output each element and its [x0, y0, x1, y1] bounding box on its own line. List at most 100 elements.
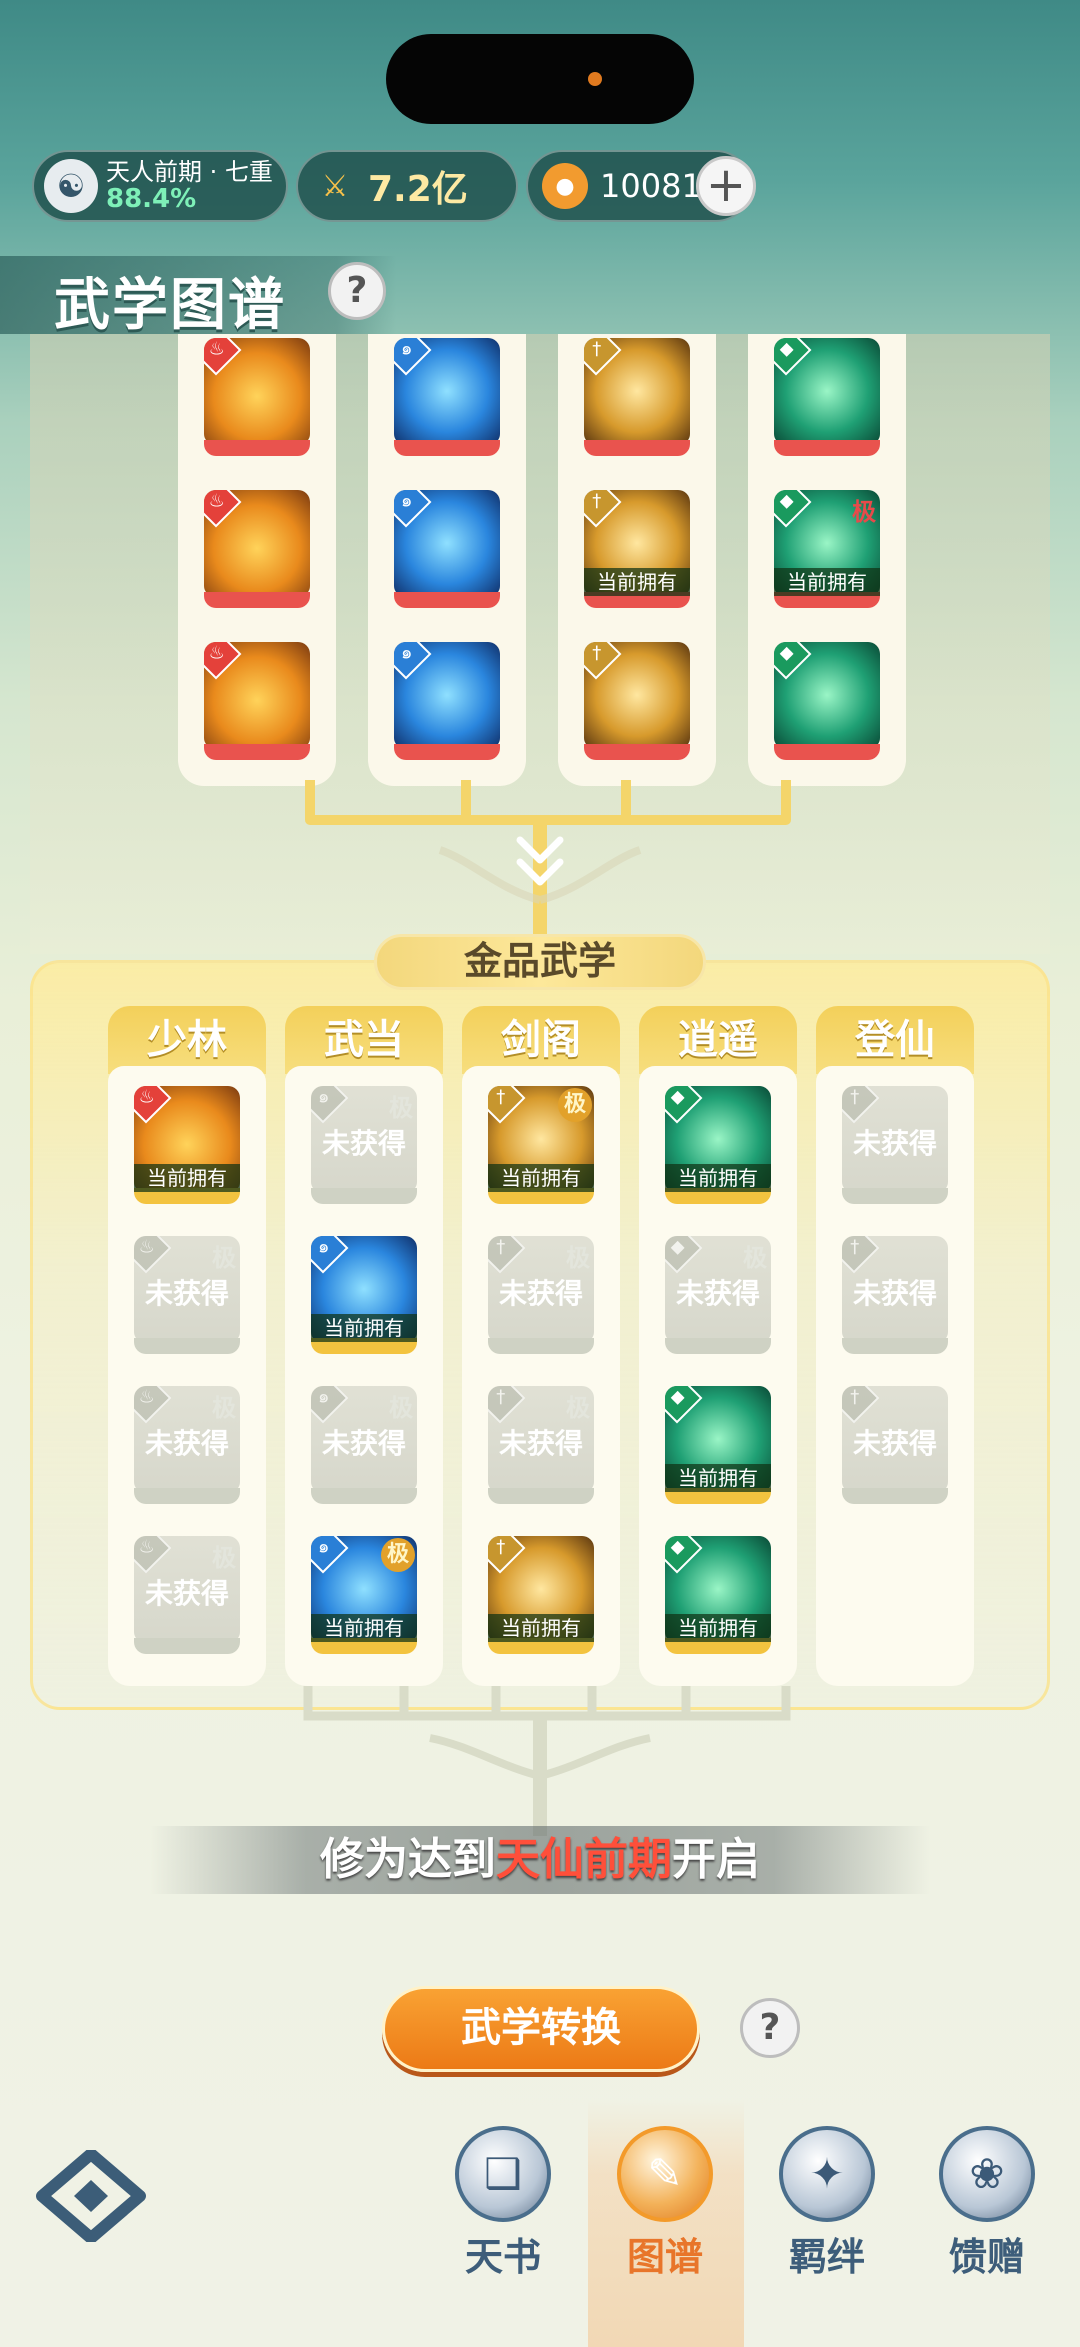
- owned-label: 当前拥有: [665, 1464, 771, 1492]
- skill-card-base: [311, 1188, 417, 1204]
- skill-card[interactable]: ♨ 极未获得: [134, 1536, 240, 1654]
- camera-indicator: [588, 72, 602, 86]
- currency-badge: ● 10081 +: [526, 150, 756, 222]
- skill-card[interactable]: †: [584, 338, 690, 456]
- skill-card[interactable]: † 未获得: [842, 1236, 948, 1354]
- peach-currency-icon: ●: [542, 163, 588, 209]
- combat-power-badge: ⚔ 7.2亿: [296, 150, 518, 222]
- skill-card[interactable]: ๑: [394, 338, 500, 456]
- skill-card[interactable]: ๑当前拥有: [311, 1236, 417, 1354]
- owned-label: 当前拥有: [134, 1164, 240, 1192]
- nav-tab[interactable]: ❀ 馈赠: [922, 2126, 1052, 2279]
- grade-badge: 极: [389, 1394, 413, 1422]
- rank-progress: 88.4%: [106, 183, 197, 214]
- skill-card-base: [394, 592, 500, 608]
- skill-card[interactable]: † 未获得: [842, 1386, 948, 1504]
- skill-card[interactable]: † 未获得: [842, 1086, 948, 1204]
- help-button[interactable]: ?: [328, 262, 386, 320]
- skill-card[interactable]: ๑: [394, 642, 500, 760]
- convert-help-button[interactable]: ?: [740, 1998, 800, 2058]
- home-logo-icon[interactable]: [36, 2150, 146, 2242]
- school-tab[interactable]: 少林: [108, 1006, 266, 1074]
- crossed-swords-icon: ⚔: [321, 168, 349, 204]
- skill-card[interactable]: ๑极当前拥有: [311, 1536, 417, 1654]
- skill-card[interactable]: ♨ 当前拥有: [134, 1086, 240, 1204]
- nav-label: 羁绊: [788, 2235, 865, 2279]
- lower-tree-connector: [303, 1686, 791, 1836]
- requirement-prefix: 修为达到: [320, 1834, 496, 1885]
- skill-card[interactable]: † 极未获得: [488, 1236, 594, 1354]
- rank-badge[interactable]: ☯ 天人前期 · 七重 88.4%: [32, 150, 288, 222]
- skill-card-base: [311, 1488, 417, 1504]
- skill-card-base: [584, 440, 690, 456]
- school-tab[interactable]: 逍遥: [639, 1006, 797, 1074]
- grade-badge: 极: [389, 1094, 413, 1122]
- skill-card[interactable]: ◆ 极当前拥有: [774, 490, 880, 608]
- grade-badge: 极: [212, 1394, 236, 1422]
- owned-label: 当前拥有: [311, 1614, 417, 1642]
- not-obtained-label: 未获得: [675, 1277, 760, 1310]
- skill-card[interactable]: ◆: [774, 642, 880, 760]
- nav-label: 馈赠: [948, 2235, 1025, 2279]
- not-obtained-label: 未获得: [144, 1427, 229, 1460]
- grade-badge: 极: [852, 498, 876, 526]
- add-currency-button[interactable]: +: [696, 156, 756, 216]
- skill-card[interactable]: † 极未获得: [488, 1386, 594, 1504]
- not-obtained-label: 未获得: [144, 1277, 229, 1310]
- skill-card-base: [584, 744, 690, 760]
- skill-card-base: [394, 440, 500, 456]
- skill-card[interactable]: ๑: [394, 490, 500, 608]
- school-tab[interactable]: 剑阁: [462, 1006, 620, 1074]
- skill-card[interactable]: ๑极未获得: [311, 1386, 417, 1504]
- skill-card-base: [842, 1338, 948, 1354]
- skill-card[interactable]: ♨: [204, 338, 310, 456]
- map-scroll-icon: ✎: [617, 2126, 713, 2222]
- skill-card-base: [134, 1338, 240, 1354]
- school-tab[interactable]: 武当: [285, 1006, 443, 1074]
- grade-badge: 极: [558, 1088, 592, 1122]
- not-obtained-label: 未获得: [144, 1577, 229, 1610]
- skill-card[interactable]: ๑极未获得: [311, 1086, 417, 1204]
- skill-convert-button[interactable]: 武学转换: [382, 1986, 700, 2072]
- skill-card-base: [394, 744, 500, 760]
- school-tab[interactable]: 登仙: [816, 1006, 974, 1074]
- skill-card[interactable]: † 当前拥有: [584, 490, 690, 608]
- skill-card-base: [204, 592, 310, 608]
- skill-card-base: [488, 1488, 594, 1504]
- nav-tab[interactable]: ✦ 羁绊: [762, 2126, 892, 2279]
- not-obtained-label: 未获得: [498, 1427, 583, 1460]
- skill-card[interactable]: ◆ 当前拥有: [665, 1386, 771, 1504]
- skill-card[interactable]: ♨ 极未获得: [134, 1386, 240, 1504]
- skill-card[interactable]: † 极当前拥有: [488, 1086, 594, 1204]
- not-obtained-label: 未获得: [852, 1277, 937, 1310]
- rank-name: 天人前期 · 七重: [106, 157, 273, 186]
- gift-icon: ❀: [939, 2126, 1035, 2222]
- not-obtained-label: 未获得: [321, 1127, 406, 1160]
- nav-label: 天书: [464, 2235, 541, 2279]
- skill-card[interactable]: ◆ 当前拥有: [665, 1086, 771, 1204]
- skill-card-base: [488, 1338, 594, 1354]
- grade-badge: 极: [381, 1538, 415, 1572]
- grade-badge: 极: [566, 1394, 590, 1422]
- skill-card[interactable]: ♨ 极未获得: [134, 1236, 240, 1354]
- skill-card[interactable]: ♨: [204, 642, 310, 760]
- skill-card[interactable]: ◆: [774, 338, 880, 456]
- skill-card-base: [842, 1488, 948, 1504]
- grade-badge: 极: [212, 1544, 236, 1572]
- skill-card[interactable]: †: [584, 642, 690, 760]
- not-obtained-label: 未获得: [498, 1277, 583, 1310]
- not-obtained-label: 未获得: [852, 1127, 937, 1160]
- currency-value: 10081: [600, 167, 702, 205]
- skill-card[interactable]: ♨: [204, 490, 310, 608]
- handshake-icon: ✦: [779, 2126, 875, 2222]
- avatar-icon: ☯: [44, 159, 98, 213]
- nav-tab[interactable]: ❑ 天书: [438, 2126, 568, 2279]
- skill-card[interactable]: ◆ 极未获得: [665, 1236, 771, 1354]
- skill-card[interactable]: ◆ 当前拥有: [665, 1536, 771, 1654]
- grade-badge: 极: [566, 1244, 590, 1272]
- owned-label: 当前拥有: [665, 1164, 771, 1192]
- nav-tab[interactable]: ✎ 图谱: [600, 2126, 730, 2279]
- requirement-suffix: 开启: [672, 1834, 760, 1885]
- skill-card[interactable]: † 当前拥有: [488, 1536, 594, 1654]
- skill-card-base: [665, 1338, 771, 1354]
